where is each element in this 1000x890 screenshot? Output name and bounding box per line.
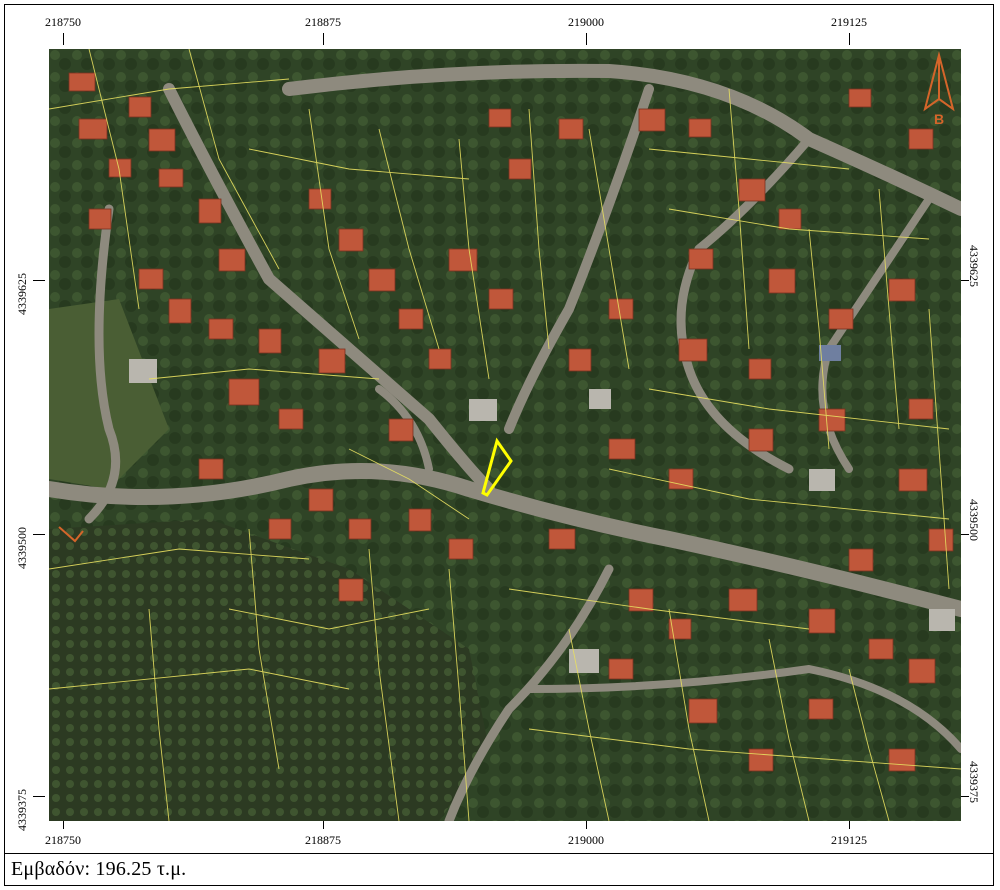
pool xyxy=(819,345,841,361)
x-tick-top-3: 219000 xyxy=(568,15,604,29)
tick-mark xyxy=(323,33,324,45)
y-tick-left-1: 4339625 xyxy=(15,273,29,315)
tick-mark xyxy=(63,33,64,45)
tick-mark xyxy=(849,33,850,45)
y-tick-left-2: 4339500 xyxy=(15,527,29,569)
x-tick-top-4: 219125 xyxy=(831,15,867,29)
x-tick-top-1: 218750 xyxy=(45,15,81,29)
tick-mark xyxy=(586,33,587,45)
y-tick-right-1: 4339625 xyxy=(967,245,981,287)
y-tick-right-2: 4339500 xyxy=(967,499,981,541)
y-tick-left-3: 4339375 xyxy=(15,789,29,831)
map-frame: 218750 218875 219000 219125 218750 21887… xyxy=(4,4,994,854)
area-label: Εμβαδόν: 196.25 τ.μ. xyxy=(11,858,187,880)
y-tick-right-3: 4339375 xyxy=(967,761,981,803)
footer-bar: Εμβαδόν: 196.25 τ.μ. xyxy=(4,854,994,886)
tick-mark xyxy=(33,796,45,797)
north-arrow-label: B xyxy=(934,111,944,127)
tick-mark xyxy=(33,280,45,281)
x-tick-top-2: 218875 xyxy=(305,15,341,29)
aerial-map-svg: B xyxy=(49,49,961,821)
aerial-map[interactable]: B xyxy=(49,49,961,821)
x-tick-bottom-1: 218750 xyxy=(45,833,81,847)
tick-mark xyxy=(33,534,45,535)
x-tick-bottom-3: 219000 xyxy=(568,833,604,847)
x-tick-bottom-4: 219125 xyxy=(831,833,867,847)
x-tick-bottom-2: 218875 xyxy=(305,833,341,847)
